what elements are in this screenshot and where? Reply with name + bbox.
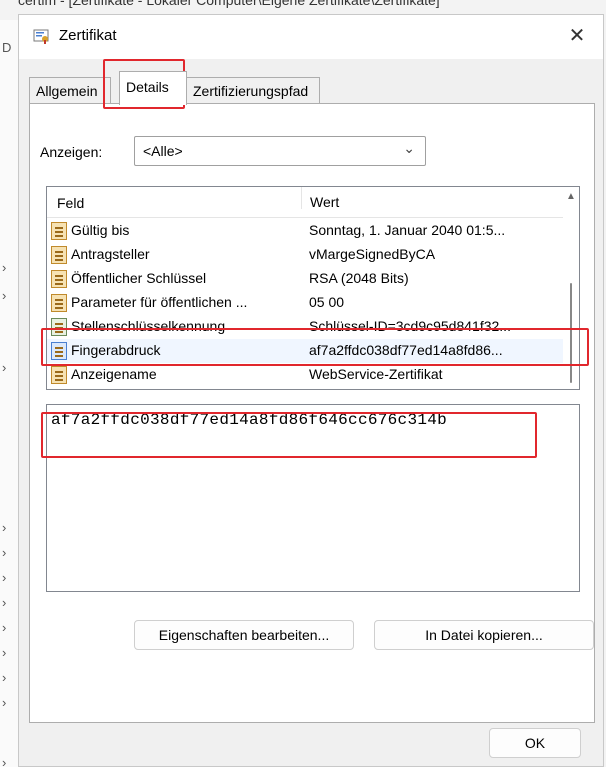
dialog-titlebar: Zertifikat ✕ bbox=[19, 15, 603, 59]
background-tree-marker: › bbox=[2, 595, 7, 610]
certificate-dialog: Zertifikat ✕ Allgemein Details Zertifizi… bbox=[18, 14, 604, 767]
list-header: Feld Wert bbox=[47, 187, 563, 218]
property-icon bbox=[51, 270, 67, 288]
tab-allgemein[interactable]: Allgemein bbox=[29, 77, 111, 103]
value-textbox[interactable]: af7a2ffdc038df77ed14a8fd86f646cc676c314b bbox=[46, 404, 580, 592]
edit-properties-button[interactable]: Eigenschaften bearbeiten... bbox=[134, 620, 354, 650]
field-list[interactable]: Feld Wert Gültig bis Sonntag, 1. Januar … bbox=[46, 186, 580, 390]
field-value: 05 00 bbox=[309, 294, 345, 310]
column-header-value[interactable]: Wert bbox=[301, 187, 339, 210]
background-tree-marker: D bbox=[2, 40, 12, 55]
field-value: Sonntag, 1. Januar 2040 01:5... bbox=[309, 222, 506, 238]
field-name: Fingerabdruck bbox=[71, 342, 161, 358]
show-label: Anzeigen: bbox=[40, 144, 103, 160]
field-name: Stellenschlüsselkennung bbox=[71, 318, 226, 334]
list-item[interactable]: Antragsteller vMargeSignedByCA bbox=[47, 243, 563, 267]
property-icon bbox=[51, 366, 67, 384]
property-icon bbox=[51, 342, 67, 360]
background-tree-marker: › bbox=[2, 570, 7, 585]
field-value: WebService-Zertifikat bbox=[309, 366, 443, 382]
field-name: Anzeigename bbox=[71, 366, 157, 382]
field-value: af7a2ffdc038df77ed14a8fd86... bbox=[309, 342, 503, 358]
background-tree-marker: › bbox=[2, 755, 7, 770]
background-tree-marker: › bbox=[2, 620, 7, 635]
certificate-icon bbox=[33, 28, 49, 44]
show-dropdown-value: <Alle> bbox=[143, 143, 183, 159]
background-tree-strip: D › › › › › › › › › › › › bbox=[0, 20, 18, 770]
list-item[interactable]: Parameter für öffentlichen ... 05 00 bbox=[47, 291, 563, 315]
close-button[interactable]: ✕ bbox=[561, 21, 593, 51]
background-tree-marker: › bbox=[2, 545, 7, 560]
details-panel: Anzeigen: <Alle> ⌄ Feld Wert Gültig bis … bbox=[29, 103, 595, 723]
background-tree-marker: › bbox=[2, 360, 7, 375]
background-tree-marker: › bbox=[2, 260, 7, 275]
column-header-field[interactable]: Feld bbox=[57, 195, 84, 211]
copy-to-file-button[interactable]: In Datei kopieren... bbox=[374, 620, 594, 650]
background-tree-marker: › bbox=[2, 520, 7, 535]
list-item[interactable]: Anzeigename WebService-Zertifikat bbox=[47, 363, 563, 387]
background-window-title: certlm - [Zertifikate - Lokaler Computer… bbox=[18, 0, 440, 8]
tab-details[interactable]: Details bbox=[119, 71, 187, 105]
list-item-selected[interactable]: Fingerabdruck af7a2ffdc038df77ed14a8fd86… bbox=[47, 339, 563, 363]
field-value: Schlüssel-ID=3cd9c95d841f32... bbox=[309, 318, 511, 334]
ok-button[interactable]: OK bbox=[489, 728, 581, 758]
show-dropdown[interactable]: <Alle> ⌄ bbox=[134, 136, 426, 166]
list-item[interactable]: Gültig bis Sonntag, 1. Januar 2040 01:5.… bbox=[47, 219, 563, 243]
property-icon bbox=[51, 246, 67, 264]
background-tree-marker: › bbox=[2, 645, 7, 660]
background-tree-marker: › bbox=[2, 670, 7, 685]
background-tree-marker: › bbox=[2, 695, 7, 710]
field-value: vMargeSignedByCA bbox=[309, 246, 436, 262]
thumbprint-value[interactable]: af7a2ffdc038df77ed14a8fd86f646cc676c314b bbox=[51, 411, 447, 429]
scroll-up-icon[interactable]: ▲ bbox=[566, 191, 576, 202]
dialog-title: Zertifikat bbox=[59, 27, 117, 44]
field-name: Parameter für öffentlichen ... bbox=[71, 294, 248, 310]
field-value: RSA (2048 Bits) bbox=[309, 270, 409, 286]
scroll-thumb[interactable] bbox=[570, 283, 572, 383]
list-item[interactable]: Öffentlicher Schlüssel RSA (2048 Bits) bbox=[47, 267, 563, 291]
field-name: Gültig bis bbox=[71, 222, 130, 238]
extension-icon bbox=[51, 318, 67, 336]
chevron-down-icon: ⌄ bbox=[403, 140, 415, 156]
background-tree-marker: › bbox=[2, 288, 7, 303]
field-name: Antragsteller bbox=[71, 246, 150, 262]
field-name: Öffentlicher Schlüssel bbox=[71, 270, 207, 286]
tab-zertifizierungspfad[interactable]: Zertifizierungspfad bbox=[186, 77, 320, 103]
property-icon bbox=[51, 294, 67, 312]
list-scrollbar[interactable]: ▲ bbox=[563, 187, 579, 389]
list-item[interactable]: Stellenschlüsselkennung Schlüssel-ID=3cd… bbox=[47, 315, 563, 339]
property-icon bbox=[51, 222, 67, 240]
